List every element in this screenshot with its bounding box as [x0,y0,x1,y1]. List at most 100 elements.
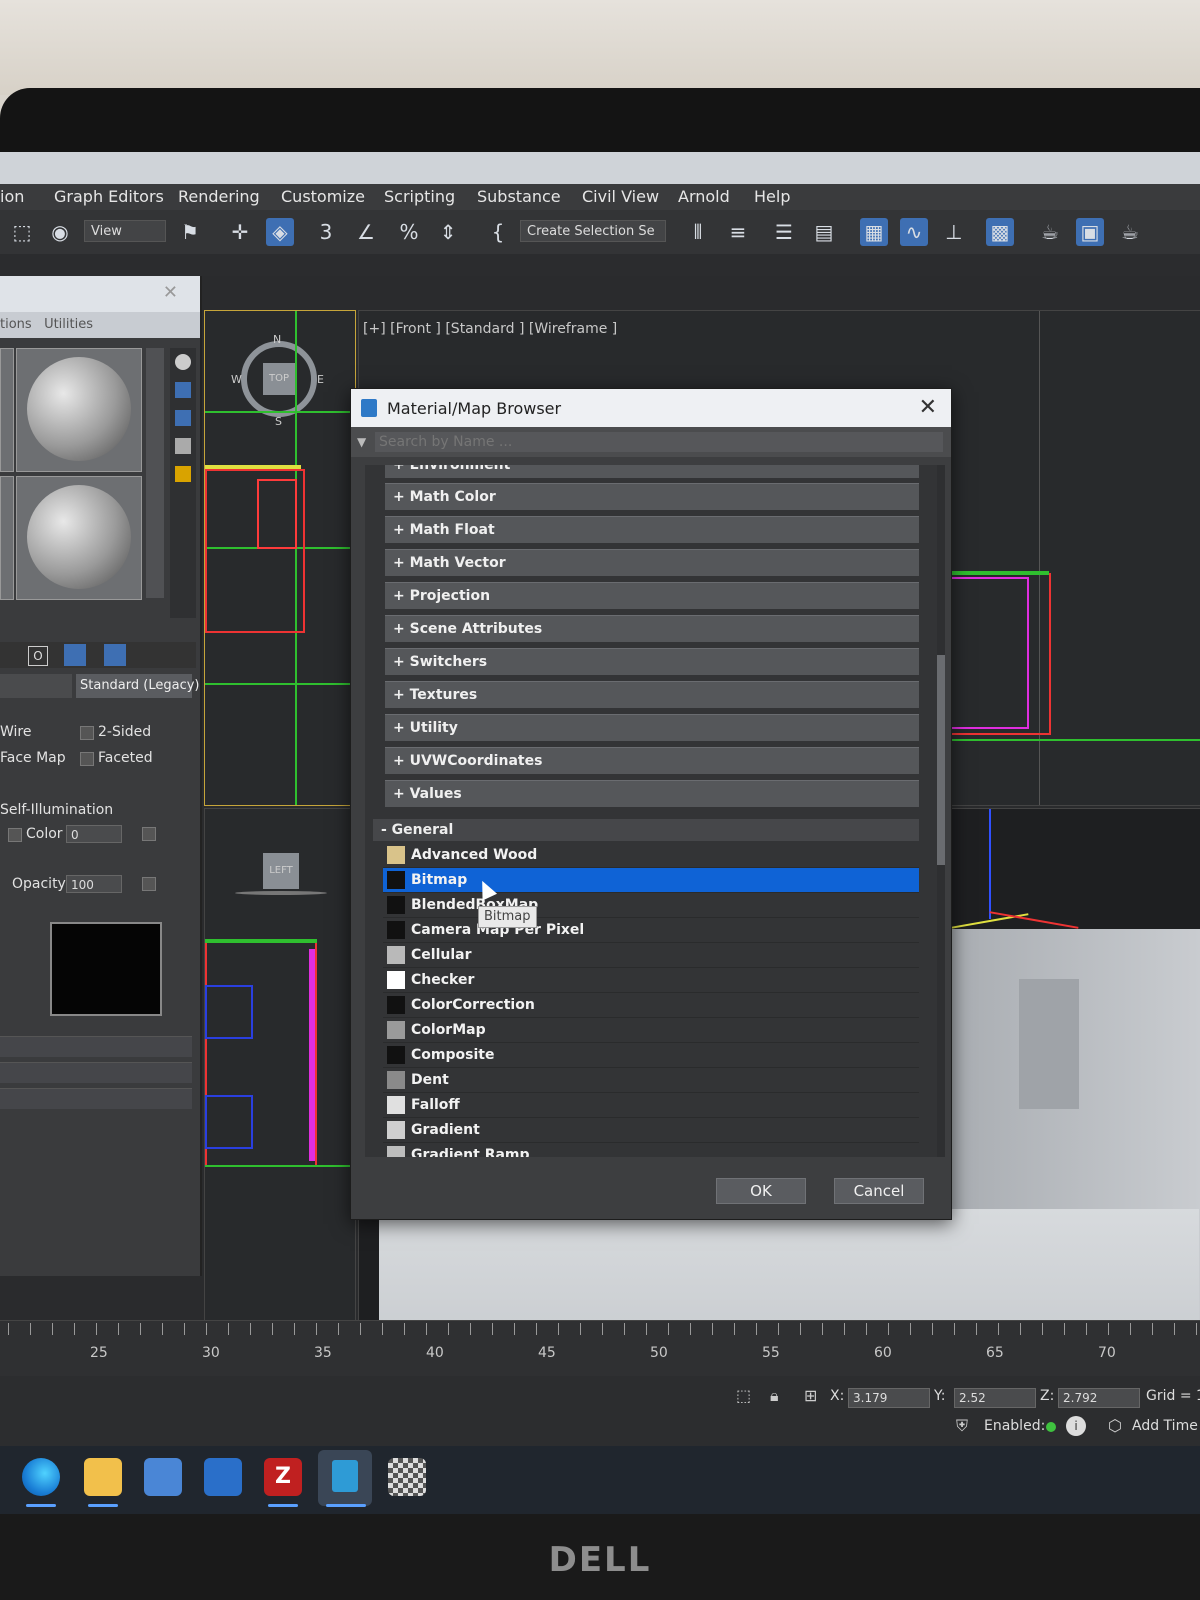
viewcube-left[interactable]: LEFT [263,853,299,889]
x-coordinate-field[interactable]: 3.179 [848,1388,930,1408]
3ds-max-icon[interactable] [318,1450,372,1506]
map-list-item[interactable]: Camera Map Per Pixel [383,918,919,943]
scrollbar-thumb[interactable] [937,655,945,865]
edit-named-selection-icon[interactable]: { [484,218,512,246]
map-list-item[interactable]: Checker [383,968,919,993]
material-slot-partial[interactable] [0,348,14,472]
select-and-place-icon[interactable]: ◈ [266,218,294,246]
angle-snap-icon[interactable]: ∠ [352,218,380,246]
show-map-icon[interactable] [104,644,126,666]
category-values[interactable]: + Values [385,780,919,807]
render-setup-icon[interactable]: ☕ [1036,218,1064,246]
category-math-color[interactable]: + Math Color [385,483,919,510]
menu-item-partial[interactable]: ion [0,187,24,206]
store-icon[interactable] [144,1458,182,1496]
category-uvw-coordinates[interactable]: + UVWCoordinates [385,747,919,774]
percent-snap-icon[interactable]: % [395,218,423,246]
put-to-scene-icon[interactable]: O [28,646,48,666]
material-name-field[interactable] [0,674,72,698]
map-list-item[interactable]: Gradient Ramp [383,1143,919,1157]
material-editor-icon[interactable]: ▩ [986,218,1014,246]
curve-editor-icon[interactable]: ∿ [900,218,928,246]
front-viewport-label[interactable]: [+] [Front ] [Standard ] [Wireframe ] [363,321,617,337]
sample-type-icon[interactable] [175,354,191,370]
create-selection-set-dropdown[interactable]: Create Selection Se [520,220,666,242]
shield-icon[interactable]: ⛨ [956,1416,968,1436]
menu-item-rendering[interactable]: Rendering [178,187,260,206]
checker-app-icon[interactable] [388,1458,426,1496]
menu-item-arnold[interactable]: Arnold [678,187,730,206]
isolate-selection-icon[interactable]: ⬚ [736,1386,751,1405]
move-icon[interactable]: ✛ [226,218,254,246]
menu-item-substance[interactable]: Substance [477,187,561,206]
map-list-item[interactable]: Falloff [383,1093,919,1118]
mail-icon[interactable] [204,1458,242,1496]
backlight-icon[interactable] [175,382,191,398]
category-partial[interactable]: + Environment [385,465,919,478]
close-icon[interactable]: ✕ [919,395,937,420]
category-switchers[interactable]: + Switchers [385,648,919,675]
menu-item-civil-view[interactable]: Civil View [582,187,659,206]
viewcube-top[interactable]: TOP [263,363,295,395]
category-math-vector[interactable]: + Math Vector [385,549,919,576]
category-scene-attributes[interactable]: + Scene Attributes [385,615,919,642]
select-object-icon[interactable]: ◉ [46,218,74,246]
mirror-icon[interactable]: ⫴ [684,218,712,246]
rollout-collapsed[interactable] [0,1088,192,1109]
cancel-button[interactable]: Cancel [834,1178,924,1204]
color-checkbox[interactable] [8,828,22,842]
reference-coordinate-dropdown[interactable]: View [84,220,166,242]
y-coordinate-field[interactable]: 2.52 [954,1388,1036,1408]
spinner-snap-icon[interactable]: ⇕ [434,218,462,246]
material-slot-partial[interactable] [0,476,14,600]
opacity-spinner[interactable]: 100 [66,875,122,893]
map-list-item[interactable]: Dent [383,1068,919,1093]
map-list-item[interactable]: ColorCorrection [383,993,919,1018]
opacity-map-button[interactable] [142,877,156,891]
category-general[interactable]: - General [373,819,919,841]
layer-explorer-icon[interactable]: ▤ [810,218,838,246]
faceted-checkbox[interactable] [80,752,94,766]
info-icon[interactable]: i [1066,1416,1086,1436]
add-time-tag-icon[interactable]: ⬡ [1108,1416,1122,1435]
color-swatch[interactable] [50,922,162,1016]
render-production-icon[interactable]: ☕ [1116,218,1144,246]
map-list-item[interactable]: BlendedBoxMap [383,893,919,918]
align-icon[interactable]: ≡ [724,218,752,246]
category-utility[interactable]: + Utility [385,714,919,741]
snap-toggle-icon[interactable]: 3 [312,218,340,246]
slot-scrollbar[interactable] [146,348,164,598]
self-illum-spinner[interactable]: 0 [66,825,122,843]
search-input[interactable] [375,432,943,452]
top-viewport[interactable]: TOP N S W E [204,310,356,806]
video-color-check-icon[interactable] [175,466,191,482]
time-slider-track[interactable]: 25 30 35 40 45 50 55 60 65 70 [0,1320,1200,1377]
select-region-icon[interactable]: ⬚ [8,218,36,246]
material-type-button[interactable]: Standard (Legacy) [76,674,200,698]
filezilla-icon[interactable]: Z [264,1458,302,1496]
show-shaded-icon[interactable] [64,644,86,666]
menu-item-graph-editors[interactable]: Graph Editors [54,187,164,206]
menu-item-help[interactable]: Help [754,187,790,206]
map-list-item[interactable]: ColorMap [383,1018,919,1043]
add-time-tag-label[interactable]: Add Time Ta [1132,1418,1200,1434]
edge-browser-icon[interactable] [22,1458,60,1496]
map-list-item[interactable]: Bitmap [383,868,919,893]
map-list-item[interactable]: Composite [383,1043,919,1068]
sample-uv-icon[interactable] [175,438,191,454]
schematic-view-icon[interactable]: ⊥ [940,218,968,246]
scene-explorer-icon[interactable]: ☰ [770,218,798,246]
toggle-ribbon-icon[interactable]: ▦ [860,218,888,246]
background-icon[interactable] [175,410,191,426]
map-list-item[interactable]: Gradient [383,1118,919,1143]
list-scrollbar[interactable] [937,465,945,1157]
menu-item-customize[interactable]: Customize [281,187,365,206]
panel-tabs-label[interactable]: tions Utilities [0,317,93,332]
category-textures[interactable]: + Textures [385,681,919,708]
z-coordinate-field[interactable]: 2.792 [1058,1388,1140,1408]
two-sided-checkbox[interactable] [80,726,94,740]
rendered-frame-window-icon[interactable]: ▣ [1076,218,1104,246]
close-icon[interactable]: ✕ [163,282,178,303]
material-slot[interactable] [16,348,142,472]
ok-button[interactable]: OK [716,1178,806,1204]
